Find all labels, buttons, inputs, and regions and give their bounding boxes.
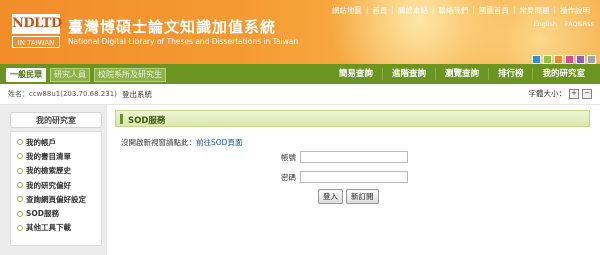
site-title: 臺灣博碩士論文知識加值系統 bbox=[68, 18, 277, 36]
sidebar-item-search-history[interactable]: 我的檢索歷史 bbox=[11, 164, 101, 178]
top-links: 網站地圖 | 首頁 | 關於本站 | 聯絡我們 | 國圖首頁 | 常見問題 | 操作說明 bbox=[328, 5, 594, 16]
logo-subtext: IN TAIWAN bbox=[12, 36, 60, 48]
sidebar-item-tool-downloads[interactable]: 其他工具下載 bbox=[11, 221, 101, 235]
role-tab-institution[interactable]: 校院系所及研究生 bbox=[94, 68, 166, 82]
sidebar-item-research-preferences[interactable]: 我的研究偏好 bbox=[11, 178, 101, 192]
password-input[interactable] bbox=[300, 171, 408, 183]
bullet-icon bbox=[17, 139, 23, 146]
bullet-icon bbox=[17, 196, 23, 203]
account-row: 帳號 bbox=[273, 151, 408, 163]
logo-mark: NDLTD bbox=[12, 14, 62, 34]
theme-swatches bbox=[532, 55, 596, 64]
account-input[interactable] bbox=[300, 151, 408, 163]
font-size-control: 字體大小： + − bbox=[528, 88, 592, 99]
sidebar-item-label: 我的研究偏好 bbox=[26, 180, 71, 190]
page-title: SOD服務 bbox=[128, 116, 166, 126]
login-button[interactable]: 登入 bbox=[318, 189, 343, 204]
bullet-icon bbox=[17, 167, 23, 174]
subscribe-button[interactable]: 新訂閱 bbox=[346, 189, 379, 204]
nav-advanced-search[interactable]: 進階查詢 bbox=[381, 68, 435, 80]
role-tabs: 一般民眾 研究人員 校院系所及研究生 bbox=[6, 68, 166, 82]
sidebar-item-page-preferences[interactable]: 查詢網頁偏好設定 bbox=[11, 192, 101, 206]
password-row: 密碼 bbox=[273, 171, 408, 183]
logout-link[interactable]: 登出系統 bbox=[122, 89, 152, 100]
sidebar-item-label: 我的帳戶 bbox=[26, 137, 56, 147]
sidebar-item-label: 我的書目清單 bbox=[26, 151, 71, 161]
role-tab-public[interactable]: 一般民眾 bbox=[6, 68, 46, 82]
account-label: 帳號 bbox=[281, 152, 296, 162]
nav-browse[interactable]: 瀏覽查詢 bbox=[434, 68, 488, 80]
bullet-icon bbox=[17, 182, 23, 189]
language-faq-link[interactable]: FAQ&Rss bbox=[565, 20, 594, 28]
nav-simple-search[interactable]: 簡易查詢 bbox=[330, 68, 382, 80]
sidebar-item-sod-service[interactable]: SOD服務 bbox=[11, 206, 101, 220]
sidebar-title: 我的研究室 bbox=[10, 112, 102, 128]
sidebar-item-label: 查詢網頁偏好設定 bbox=[26, 194, 86, 204]
bullet-icon bbox=[17, 210, 23, 217]
top-link-sitemap[interactable]: 網站地圖 bbox=[328, 5, 366, 16]
site-logo[interactable]: NDLTD IN TAIWAN bbox=[12, 14, 62, 50]
sidebar-item-label: SOD服務 bbox=[26, 209, 60, 219]
nav-rankings[interactable]: 排行榜 bbox=[487, 68, 533, 80]
top-link-help[interactable]: 操作說明 bbox=[556, 5, 594, 16]
top-link-contact[interactable]: 聯絡我們 bbox=[434, 5, 472, 16]
user-info: 姓名：ccw88u1(203.70.68.231) bbox=[8, 90, 117, 98]
sidebar-item-my-account[interactable]: 我的帳戶 bbox=[11, 135, 101, 149]
bullet-icon bbox=[17, 153, 23, 160]
theme-swatch-purple[interactable] bbox=[576, 55, 585, 64]
bullet-icon bbox=[17, 224, 23, 231]
top-link-home[interactable]: 首頁 bbox=[368, 5, 391, 16]
theme-swatch-blue[interactable] bbox=[532, 55, 541, 64]
sod-page-link[interactable]: 前往SOD頁面 bbox=[196, 138, 242, 147]
role-tab-researcher[interactable]: 研究人員 bbox=[50, 68, 90, 82]
sidebar-menu: 我的帳戶 我的書目清單 我的檢索歷史 我的研究偏好 查詢網頁偏好設定 SOD服務… bbox=[10, 131, 102, 246]
main-nav: 簡易查詢 進階查詢 瀏覽查詢 排行榜 我的研究室 bbox=[330, 64, 594, 84]
sidebar-item-label: 我的檢索歷史 bbox=[26, 166, 71, 176]
theme-swatch-orange[interactable] bbox=[554, 55, 563, 64]
language-english-link[interactable]: English bbox=[534, 20, 557, 28]
font-size-label: 字體大小： bbox=[528, 89, 567, 98]
top-link-about[interactable]: 關於本站 bbox=[394, 5, 432, 16]
top-link-ncl-home[interactable]: 國圖首頁 bbox=[475, 5, 513, 16]
theme-swatch-green[interactable] bbox=[543, 55, 552, 64]
sidebar-item-label: 其他工具下載 bbox=[26, 223, 71, 233]
font-increase-button[interactable]: + bbox=[569, 88, 579, 99]
title-accent-bar bbox=[120, 114, 123, 124]
main-content: SOD服務 沒開啟新視窗請點此：前往SOD頁面 帳號 密碼 登入 新訂閱 bbox=[115, 105, 595, 255]
page-title-bar: SOD服務 bbox=[115, 110, 590, 127]
language-links: English FAQ&Rss bbox=[534, 20, 594, 28]
top-link-faq[interactable]: 常見問題 bbox=[515, 5, 553, 16]
nav-my-research[interactable]: 我的研究室 bbox=[532, 68, 594, 80]
new-window-notice: 沒開啟新視窗請點此：前往SOD頁面 bbox=[121, 137, 242, 148]
theme-swatch-pink[interactable] bbox=[565, 55, 574, 64]
password-label: 密碼 bbox=[281, 172, 296, 182]
notice-text: 沒開啟新視窗請點此： bbox=[121, 138, 196, 147]
theme-swatch-gray[interactable] bbox=[587, 55, 596, 64]
font-decrease-button[interactable]: − bbox=[582, 88, 592, 99]
sidebar-item-bibliography[interactable]: 我的書目清單 bbox=[11, 149, 101, 163]
site-subtitle: National Digital Library of Theses and D… bbox=[68, 37, 299, 46]
